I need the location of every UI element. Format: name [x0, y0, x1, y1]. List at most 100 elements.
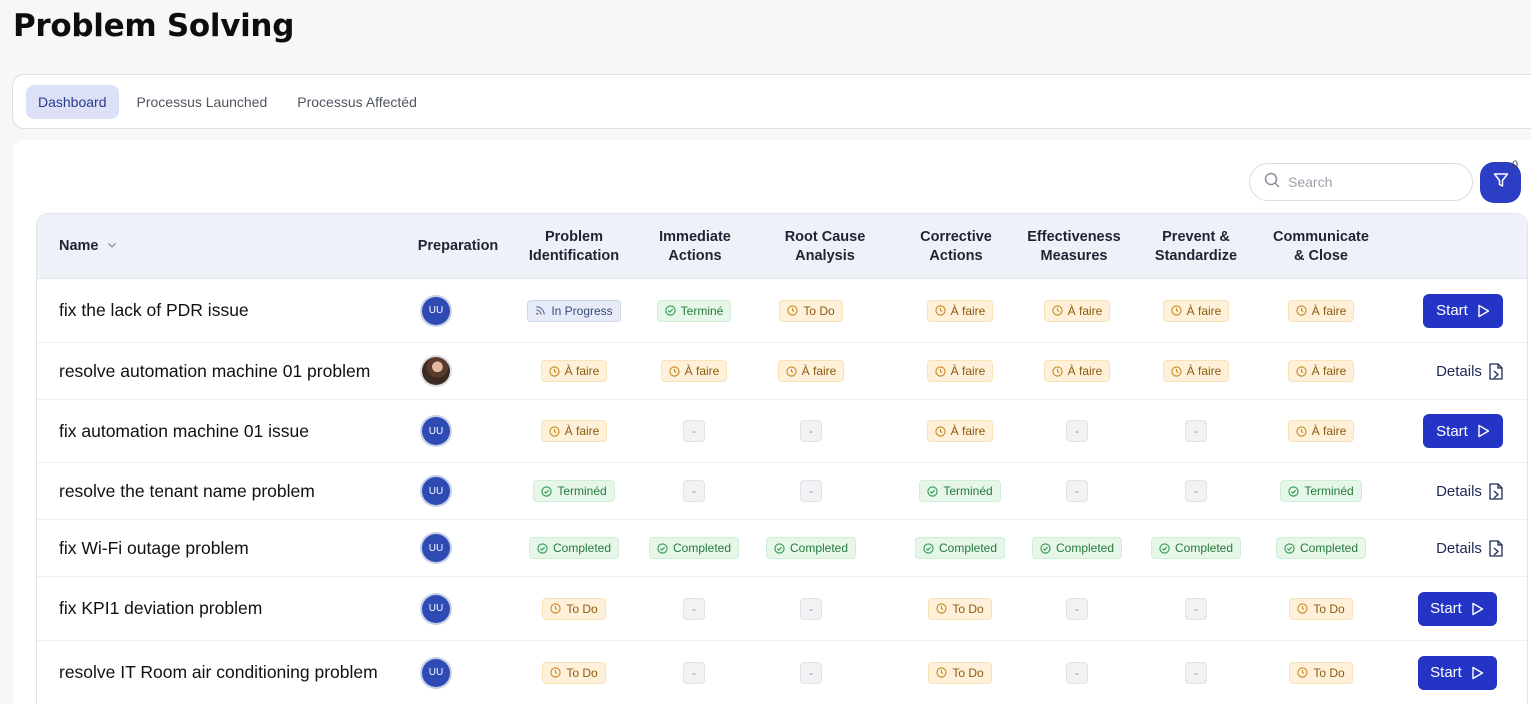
- stage-cell: In Progress: [514, 279, 634, 342]
- avatar: UU: [422, 417, 450, 445]
- status-badge: À faire: [1287, 420, 1355, 442]
- column-header-name[interactable]: Name: [59, 214, 259, 279]
- status-badge: À faire: [1287, 299, 1355, 322]
- stage-cell: -: [1017, 577, 1137, 640]
- avatar: UU: [422, 534, 450, 562]
- status-label: To Do: [1313, 665, 1345, 680]
- status-badge: -: [800, 420, 822, 442]
- problems-table: Name Preparation Problem Identification …: [36, 213, 1528, 704]
- details-link[interactable]: Details: [1436, 363, 1504, 380]
- status-label: Completed: [1174, 541, 1234, 555]
- status-label: Completed: [672, 541, 732, 555]
- status-badge: Terminéd: [1280, 480, 1362, 502]
- status-badge: -: [683, 661, 705, 684]
- stage-cell: À faire: [1136, 343, 1256, 399]
- stage-cell: To Do: [514, 641, 634, 704]
- start-button[interactable]: Start: [1423, 293, 1503, 328]
- stage-cell: -: [1136, 641, 1256, 704]
- check-circle-icon: [541, 485, 552, 497]
- column-header-immediate-actions: Immediate Actions: [659, 228, 731, 264]
- status-badge: Completed: [1275, 537, 1367, 559]
- status-badge: To Do: [1289, 661, 1353, 684]
- clock-icon: [787, 305, 798, 316]
- stage-cell: À faire: [900, 343, 1020, 399]
- status-label: À faire: [1311, 303, 1347, 318]
- action-cell: Details: [1403, 343, 1523, 399]
- stage-cell: Completed: [1261, 520, 1381, 576]
- row-name[interactable]: resolve automation machine 01 problem: [59, 343, 370, 399]
- status-badge: -: [1185, 420, 1207, 442]
- stage-cell: Completed: [900, 520, 1020, 576]
- clock-icon: [936, 603, 947, 614]
- row-name[interactable]: fix automation machine 01 issue: [59, 400, 309, 462]
- status-label: -: [809, 601, 813, 616]
- status-label: -: [1194, 424, 1198, 438]
- row-name[interactable]: resolve the tenant name problem: [59, 463, 315, 519]
- stage-cell: À faire: [1136, 279, 1256, 342]
- stage-cell: Terminéd: [514, 463, 634, 519]
- status-label: To Do: [1313, 601, 1345, 616]
- clock-icon: [550, 667, 561, 678]
- status-badge: To Do: [542, 661, 606, 684]
- stage-cell: -: [1017, 400, 1137, 462]
- status-label: In Progress: [551, 303, 613, 318]
- status-label: -: [809, 424, 813, 438]
- stage-cell: To Do: [900, 577, 1020, 640]
- row-name[interactable]: resolve IT Room air conditioning problem: [59, 641, 378, 704]
- clock-icon: [1052, 365, 1063, 377]
- start-button[interactable]: Start: [1417, 655, 1497, 690]
- start-button[interactable]: Start: [1417, 591, 1497, 626]
- clock-icon: [549, 365, 560, 377]
- preparation-cell: UU: [416, 520, 456, 576]
- status-badge: Terminé: [656, 299, 732, 322]
- status-badge: -: [1066, 420, 1088, 442]
- check-circle-icon: [927, 485, 938, 497]
- tab-bar: Dashboard Processus Launched Processus A…: [12, 74, 1531, 129]
- status-label: -: [692, 601, 696, 616]
- status-label: Terminéd: [1304, 484, 1354, 498]
- table-row: resolve IT Room air conditioning problem…: [37, 641, 1527, 704]
- stage-cell: -: [1017, 463, 1137, 519]
- stage-cell: Completed: [1136, 520, 1256, 576]
- column-header-effectiveness-measures: Effectiveness Measures: [1027, 228, 1121, 264]
- status-label: Terminéd: [943, 484, 993, 498]
- status-badge: À faire: [926, 299, 994, 322]
- row-name[interactable]: fix the lack of PDR issue: [59, 279, 249, 342]
- tab-processus-launched[interactable]: Processus Launched: [125, 85, 280, 119]
- status-badge: -: [1066, 661, 1088, 684]
- clock-icon: [935, 365, 946, 377]
- row-name[interactable]: fix KPI1 deviation problem: [59, 577, 262, 640]
- clock-icon: [935, 305, 946, 316]
- details-link[interactable]: Details: [1436, 483, 1504, 500]
- tab-dashboard[interactable]: Dashboard: [26, 84, 119, 119]
- status-label: -: [809, 665, 813, 680]
- status-label: Terminéd: [557, 484, 607, 498]
- status-label: To Do: [566, 601, 598, 616]
- details-link-label: Details: [1436, 482, 1482, 500]
- document-icon: [1488, 362, 1504, 380]
- row-name[interactable]: fix Wi-Fi outage problem: [59, 520, 249, 576]
- stage-cell: À faire: [1017, 279, 1137, 342]
- search-input[interactable]: [1288, 174, 1448, 190]
- clock-icon: [935, 425, 946, 437]
- status-badge: -: [683, 597, 705, 620]
- status-badge: -: [1066, 597, 1088, 620]
- search-box[interactable]: [1249, 163, 1473, 201]
- column-header-corrective-actions: Corrective Actions: [920, 228, 992, 264]
- status-badge: Completed: [765, 537, 857, 559]
- table-row: fix KPI1 deviation problem UU To Do - - To Do…: [37, 577, 1527, 641]
- status-label: To Do: [952, 665, 984, 680]
- status-label: -: [1194, 601, 1198, 616]
- avatar: UU: [422, 477, 450, 505]
- status-badge: To Do: [928, 597, 992, 620]
- stage-cell: To Do: [1261, 641, 1381, 704]
- stage-cell: À faire: [634, 343, 754, 399]
- status-badge: -: [683, 420, 705, 442]
- tab-processus-affected[interactable]: Processus Affectéd: [285, 85, 429, 119]
- filter-count-badge: 0: [1512, 159, 1519, 171]
- details-link[interactable]: Details: [1436, 540, 1504, 557]
- start-button[interactable]: Start: [1423, 414, 1503, 448]
- stage-cell: -: [634, 577, 754, 640]
- status-badge: À faire: [1043, 360, 1111, 382]
- play-icon: [1471, 666, 1484, 680]
